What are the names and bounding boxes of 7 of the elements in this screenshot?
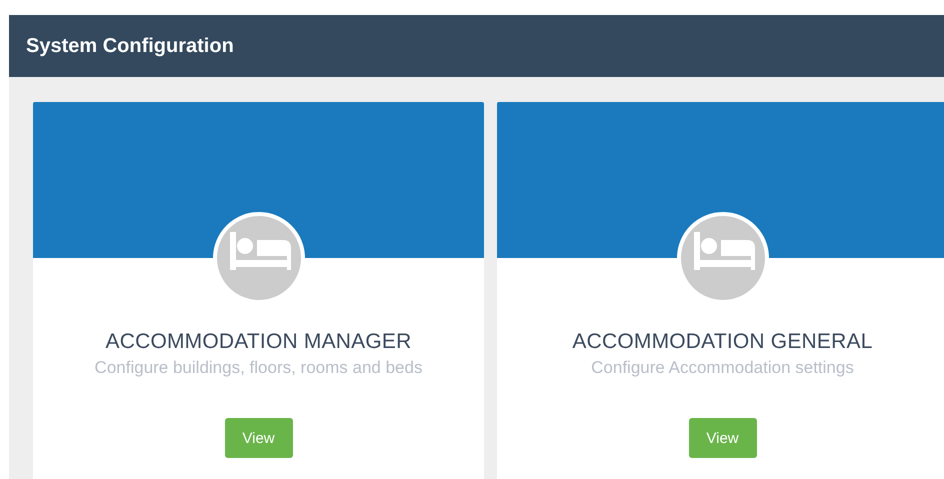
card-description: Configure Accommodation settings (591, 358, 854, 378)
view-button[interactable]: View (688, 418, 756, 458)
view-button[interactable]: View (224, 418, 292, 458)
card-title: ACCOMMODATION MANAGER (106, 330, 412, 354)
page-title: System Configuration (26, 34, 234, 58)
card-title: ACCOMMODATION GENERAL (572, 330, 873, 354)
card-description: Configure buildings, floors, rooms and beds (94, 358, 422, 378)
